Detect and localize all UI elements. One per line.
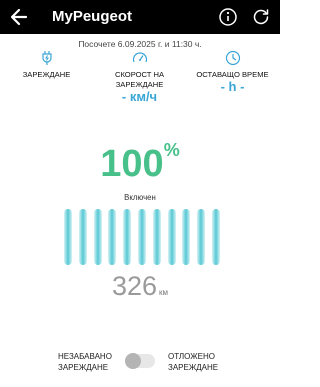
deferred-charging-label-line1: ОТЛОЖЕНО xyxy=(168,352,215,361)
last-update-text: Посочете 6.09.2025 г. и 11:30 ч. xyxy=(78,39,202,49)
charging-speed-label: СКОРОСТ НА ЗАРЕЖДАНЕ xyxy=(114,70,165,89)
remaining-time-value: - h - xyxy=(220,79,245,94)
refresh-icon[interactable] xyxy=(252,8,270,26)
battery-segment xyxy=(64,209,72,265)
app-title: MyPeugeot xyxy=(52,8,133,25)
range-unit: км xyxy=(159,288,169,297)
clock-icon xyxy=(225,50,241,66)
charging-status-text: Включен xyxy=(124,193,156,202)
battery-segment xyxy=(212,209,220,265)
percent-sign: % xyxy=(163,140,180,160)
speedometer-icon xyxy=(132,50,148,66)
immediate-charging-label-line2: ЗАРЕЖДАНЕ xyxy=(58,362,109,372)
charging-card: ЗАРЕЖДАНЕ xyxy=(0,50,93,80)
immediate-charging-label: НЕЗАБАВАНО ЗАРЕЖДАНЕ xyxy=(58,352,112,373)
battery-level-indicator xyxy=(0,209,280,265)
charging-speed-card: СКОРОСТ НА ЗАРЕЖДАНЕ - км/ч xyxy=(93,50,186,104)
charging-speed-value: - км/ч xyxy=(121,89,158,104)
battery-segment xyxy=(108,209,117,265)
info-icon[interactable] xyxy=(219,8,237,26)
battery-segment xyxy=(123,209,132,265)
top-bar: MyPeugeot xyxy=(0,0,280,34)
toggle-knob xyxy=(125,353,141,369)
battery-segment xyxy=(138,209,146,265)
deferred-charging-toggle[interactable] xyxy=(125,353,155,369)
back-arrow-icon[interactable] xyxy=(10,7,28,27)
immediate-charging-label-line1: НЕЗАБАВАНО xyxy=(58,352,112,361)
charging-label: ЗАРЕЖДАНЕ xyxy=(22,70,71,79)
battery-segment xyxy=(182,209,191,265)
battery-segment xyxy=(197,209,206,265)
battery-percent-value: 100 xyxy=(100,143,164,185)
range-display: 326 км xyxy=(0,271,280,302)
range-value: 326 xyxy=(111,271,158,301)
battery-segment xyxy=(78,209,87,265)
battery-segment xyxy=(152,209,161,265)
deferred-charging-label: ОТЛОЖЕНО ЗАРЕЖДАНЕ xyxy=(168,352,218,373)
battery-percent: 100% xyxy=(0,140,280,186)
deferred-charging-label-line2: ЗАРЕЖДАНЕ xyxy=(168,362,219,372)
plug-icon xyxy=(39,50,55,66)
remaining-time-card: ОСТАВАЩО ВРЕМЕ - h - xyxy=(186,50,279,94)
battery-segment xyxy=(93,209,102,265)
battery-segment xyxy=(167,209,176,265)
